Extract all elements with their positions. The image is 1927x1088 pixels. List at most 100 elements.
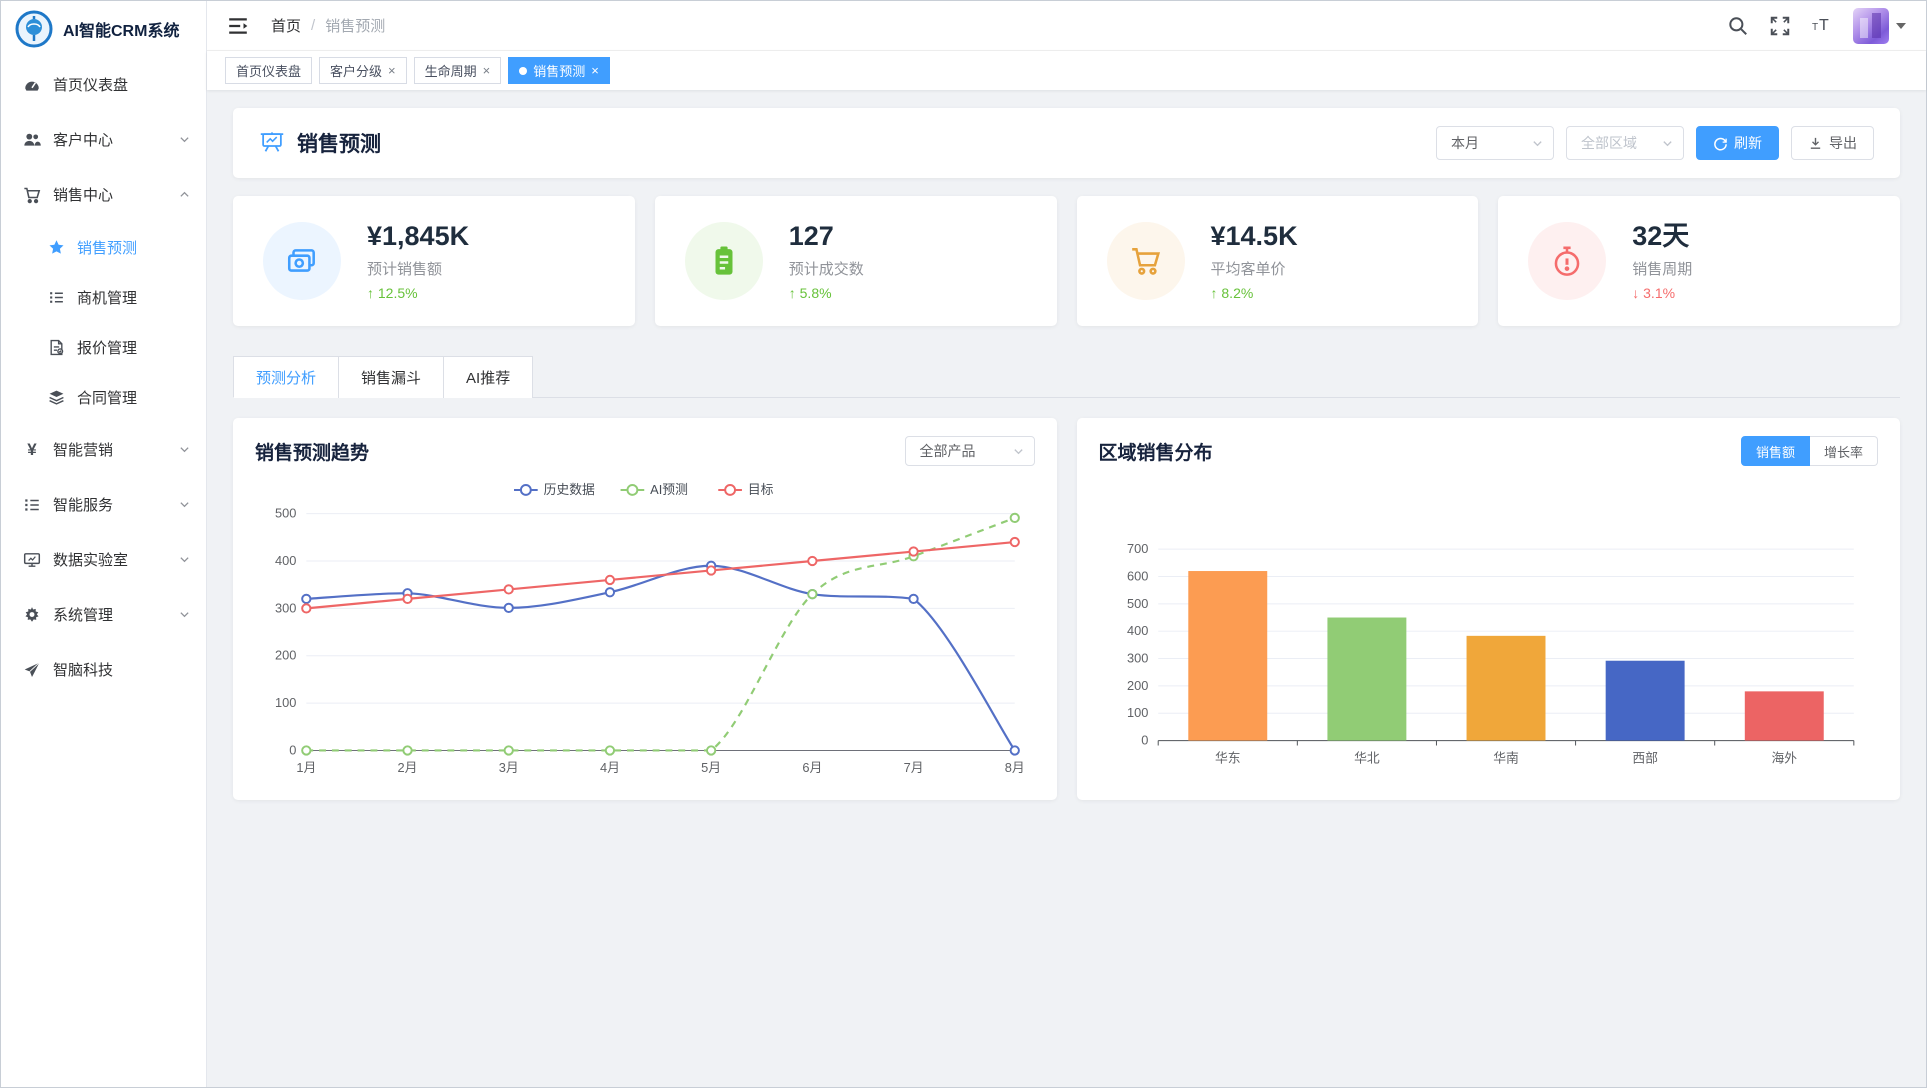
stat-delta: ↑ 8.2% [1211,285,1298,301]
breadcrumb-current: 销售预测 [325,15,385,36]
product-select[interactable]: 全部产品 [905,436,1035,466]
stat-label: 平均客单价 [1211,258,1298,279]
close-icon[interactable]: × [483,64,491,77]
stat-card-avg-order: ¥14.5K 平均客单价 ↑ 8.2% [1077,196,1479,326]
svg-text:1月: 1月 [296,760,316,775]
stat-value: 127 [789,221,864,252]
font-size-icon[interactable]: TT [1811,15,1833,37]
svg-text:0: 0 [1141,733,1148,748]
sidebar-item-smart-brain[interactable]: 智脑科技 [1,642,206,697]
svg-text:100: 100 [275,695,296,710]
tags-view-bar: 首页仪表盘 客户分级 × 生命周期 × 销售预测 × [207,51,1926,90]
chevron-up-icon [179,189,190,200]
chevron-down-icon [179,134,190,145]
stat-label: 预计销售额 [367,258,469,279]
sidebar-item-customer-center[interactable]: 客户中心 [1,112,206,167]
page-content: 销售预测 本月 全部区域 [207,90,1926,1087]
sidebar-item-data-lab[interactable]: 数据实验室 [1,532,206,587]
sidebar-item-quote-mgmt[interactable]: 报价管理 [1,322,206,372]
toggle-growth-rate[interactable]: 增长率 [1810,436,1878,466]
sidebar-item-smart-marketing[interactable]: ¥ 智能营销 [1,422,206,477]
trend-chart-title: 销售预测趋势 [255,438,369,465]
region-select[interactable]: 全部区域 [1566,126,1684,160]
trend-chart-card: 销售预测趋势 全部产品 01002003004005001月2月3月4月5月6月… [233,418,1057,800]
sidebar: AI智能CRM系统 首页仪表盘 客户中心 销售中心 销售预测 [1,1,207,1087]
service-list-icon [23,496,41,514]
tag-lifecycle[interactable]: 生命周期 × [414,57,502,84]
topbar: 首页 / 销售预测 TT [207,1,1926,51]
region-chart-card: 区域销售分布 销售额 增长率 0100200300400500600700华东华… [1077,418,1901,800]
svg-text:海外: 海外 [1771,750,1797,765]
sales-forecast-line-chart: 01002003004005001月2月3月4月5月6月7月8月历史数据AI预测… [255,470,1035,800]
user-menu[interactable] [1853,8,1906,44]
breadcrumb-home[interactable]: 首页 [271,15,301,36]
stat-value: 32天 [1632,221,1692,252]
period-select[interactable]: 本月 [1436,126,1554,160]
monitor-icon [23,551,41,569]
svg-text:7月: 7月 [904,760,924,775]
tag-customer-grading[interactable]: 客户分级 × [319,57,407,84]
tab-forecast-analysis[interactable]: 预测分析 [233,356,338,398]
svg-text:500: 500 [1126,596,1147,611]
caret-down-icon [1896,23,1906,29]
sidebar-item-contract-mgmt[interactable]: 合同管理 [1,372,206,422]
breadcrumb-separator: / [311,17,315,34]
tab-sales-funnel[interactable]: 销售漏斗 [338,356,443,398]
tag-dashboard[interactable]: 首页仪表盘 [225,57,312,84]
close-icon[interactable]: × [591,64,599,77]
sidebar-item-smart-service[interactable]: 智能服务 [1,477,206,532]
chevron-down-icon [179,499,190,510]
yen-icon: ¥ [23,441,41,459]
search-icon[interactable] [1727,15,1749,37]
clipboard-icon [685,222,763,300]
svg-text:200: 200 [275,648,296,663]
svg-text:历史数据: 历史数据 [544,482,595,497]
refresh-icon [1713,136,1728,151]
svg-text:T: T [1819,17,1829,34]
app-title: AI智能CRM系统 [63,17,179,41]
region-chart-title: 区域销售分布 [1099,438,1213,465]
sidebar-item-sales-center[interactable]: 销售中心 [1,167,206,222]
chevron-down-icon [1662,138,1673,149]
svg-text:T: T [1812,22,1818,33]
page-header-card: 销售预测 本月 全部区域 [233,108,1900,178]
quote-document-icon [47,338,65,356]
toggle-sales-amount[interactable]: 销售额 [1741,436,1810,466]
stat-label: 预计成交数 [789,258,864,279]
sidebar-item-system-mgmt[interactable]: 系统管理 [1,587,206,642]
stat-card-forecast-sales: ¥1,845K 预计销售额 ↑ 12.5% [233,196,635,326]
svg-text:华南: 华南 [1493,750,1519,765]
export-button[interactable]: 导出 [1791,126,1874,160]
svg-text:0: 0 [289,742,296,757]
svg-text:100: 100 [1126,705,1147,720]
stat-delta: ↓ 3.1% [1632,285,1692,301]
stat-delta: ↑ 12.5% [367,285,469,301]
chevron-down-icon [179,609,190,620]
download-icon [1808,136,1823,151]
svg-text:华东: 华东 [1214,750,1240,765]
collapse-sidebar-icon[interactable] [227,15,249,37]
tag-sales-forecast[interactable]: 销售预测 × [508,57,610,84]
svg-text:6月: 6月 [802,760,822,775]
stats-row: ¥1,845K 预计销售额 ↑ 12.5% 127 预计成交数 ↑ 5.8% [233,196,1900,326]
app-logo-row: AI智能CRM系统 [1,1,206,57]
stat-card-sales-cycle: 32天 销售周期 ↓ 3.1% [1498,196,1900,326]
sidebar-item-opportunity-mgmt[interactable]: 商机管理 [1,272,206,322]
cart-icon [23,186,41,204]
layers-icon [47,388,65,406]
send-icon [23,661,41,679]
app-logo-icon [15,10,53,48]
sidebar-item-sales-forecast[interactable]: 销售预测 [1,222,206,272]
sidebar-item-dashboard[interactable]: 首页仪表盘 [1,57,206,112]
svg-text:300: 300 [1126,650,1147,665]
active-tag-dot [519,67,527,75]
stopwatch-icon [1528,222,1606,300]
svg-text:400: 400 [1126,623,1147,638]
tab-ai-recommend[interactable]: AI推荐 [443,356,533,398]
refresh-button[interactable]: 刷新 [1696,126,1779,160]
chevron-down-icon [1013,446,1024,457]
region-sales-bar-chart: 0100200300400500600700华东华北华南西部海外 [1099,470,1879,800]
close-icon[interactable]: × [388,64,396,77]
avatar[interactable] [1853,8,1889,44]
fullscreen-icon[interactable] [1769,15,1791,37]
